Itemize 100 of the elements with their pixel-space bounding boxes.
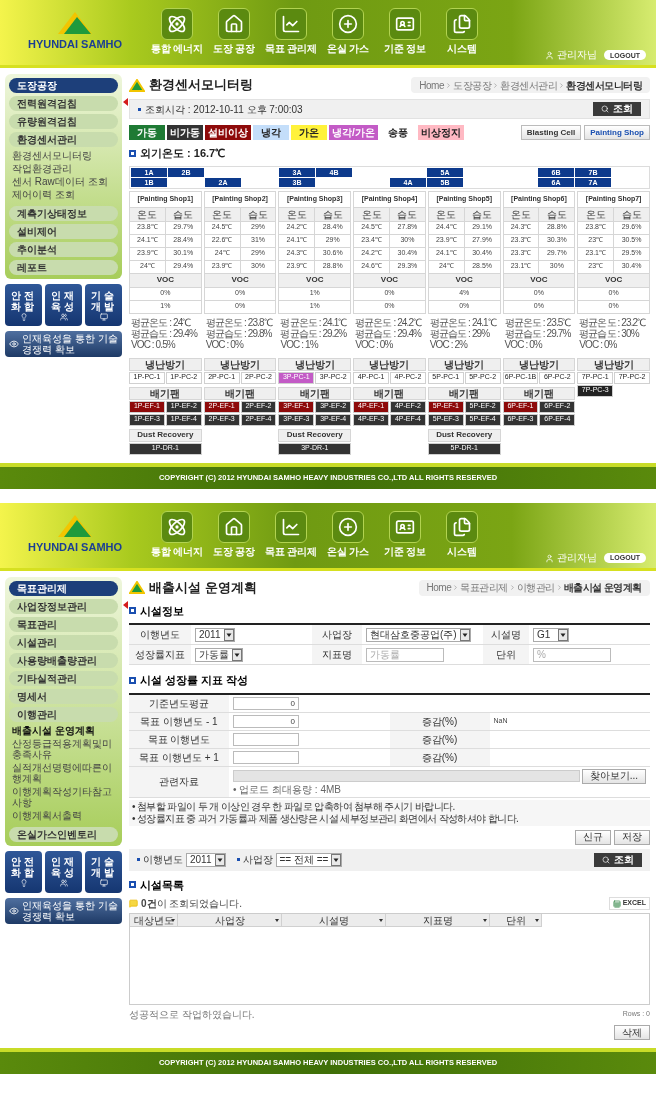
sidebar-menu-item[interactable]: 사용량배출량관리 <box>9 652 118 668</box>
sidebar-menu-item[interactable]: 명세서 <box>9 688 118 704</box>
sidebar-menu-item[interactable]: 레포트 <box>9 260 118 275</box>
action-button[interactable]: 신규 <box>575 829 611 845</box>
slogan-banner[interactable]: 인재육성을 통한 기술경쟁력 확보 <box>5 897 122 924</box>
number-field[interactable]: 0 <box>233 714 299 728</box>
sidebar-submenu-link[interactable]: 실적개선명령에따른이행계획 <box>12 761 115 784</box>
summary-text: VOC : 0% <box>504 338 544 350</box>
sidebar-submenu-link[interactable]: 작업환경관리 <box>12 163 115 174</box>
sidebar-menu-item[interactable]: 시설관리 <box>9 634 118 650</box>
sidebar-menu-item[interactable]: 이행관리 <box>9 706 118 722</box>
column-header: 습도 <box>464 207 500 221</box>
logo-text: HYUNDAI SAMHO <box>27 539 123 555</box>
quick-link-tile[interactable]: 기술개발 <box>85 850 122 893</box>
speech-bubble-icon <box>129 899 138 908</box>
summary-text: 평균습도 : 29.7% <box>504 327 572 339</box>
summary-text: VOC : 1% <box>280 338 320 350</box>
quick-link-tile[interactable]: 인재육성 <box>45 284 82 326</box>
summary-text: 평균습도 : 29.4% <box>131 327 199 339</box>
select-field[interactable]: 2011 <box>186 852 226 867</box>
field-label: 관련자료 <box>129 766 229 797</box>
sidebar-submenu-link[interactable]: 센서 Raw데이터 조회 <box>12 176 115 187</box>
file-path-field[interactable] <box>233 770 580 782</box>
status-legend-item: 비상정지 <box>417 125 464 140</box>
quick-link-tile[interactable]: 기술개발 <box>85 284 122 326</box>
select-field[interactable]: 가동률 <box>195 647 243 662</box>
breadcrumb-link[interactable]: 배출시설 운영계획 <box>563 580 642 595</box>
sidebar-menu-item[interactable]: 사업장정보관리 <box>9 598 118 614</box>
breadcrumb-link[interactable]: 목표관리제 <box>460 580 508 595</box>
slogan-banner[interactable]: 인재육성을 통한 기술경쟁력 확보 <box>5 331 122 357</box>
sidebar-submenu-link[interactable]: 산정등급적용계획및미충족사유 <box>12 737 115 760</box>
field-label: 시설명 <box>483 625 529 644</box>
spreadsheet-icon <box>612 899 621 908</box>
view-toggle-button[interactable]: Blasting Cell <box>520 125 582 140</box>
section-marker-icon <box>129 607 136 615</box>
grid-column-header[interactable]: 시설명 <box>282 914 386 927</box>
number-field[interactable] <box>233 732 299 746</box>
sidebar-menu-item[interactable]: 온실가스인벤토리 <box>9 826 118 842</box>
quick-link-tile[interactable]: 안전화합 <box>5 850 42 893</box>
sidebar-submenu-link[interactable]: 이행계획작성기타참고사항 <box>12 785 115 808</box>
field-label: 기준년도평균 <box>129 694 229 712</box>
section-heading: 시설목록 <box>140 877 184 893</box>
breadcrumb-link[interactable]: Home <box>426 580 452 595</box>
status-legend-item: 냉각/가온 <box>329 125 378 140</box>
column-header: VOC <box>503 273 575 287</box>
sidebar-menu-item[interactable]: 전력원격검침 <box>9 96 118 111</box>
text-field[interactable]: 가동률 <box>366 647 444 662</box>
column-header: 온도 <box>204 207 240 221</box>
sidebar-submenu-link[interactable]: 이행계획서출력 <box>12 809 115 821</box>
breadcrumb-link[interactable]: 환경센서관리 <box>500 77 557 93</box>
quick-link-tile[interactable]: 안전화합 <box>5 284 42 326</box>
number-field[interactable]: 0 <box>233 696 299 710</box>
sidebar-submenu-link[interactable]: 환경센서모니터링 <box>12 150 115 161</box>
sidebar-menu-item[interactable]: 설비제어 <box>9 224 118 239</box>
grid-column-header[interactable]: 지표명 <box>386 914 490 927</box>
notice-text: • 첨부할 파일이 두 개 이상인 경우 한 파일로 압축하여 첨부해 주시기 바랍니다. <box>132 800 456 813</box>
logo-icon <box>58 12 92 35</box>
equipment-group-title: 배기팬 <box>427 386 501 400</box>
browse-button[interactable]: 찾아보기... <box>581 768 646 784</box>
column-header: VOC <box>279 273 351 287</box>
grid-column-header[interactable]: 사업장 <box>178 914 282 927</box>
equipment-group-title: 냉난방기 <box>502 357 576 371</box>
title-triangle-icon <box>129 78 145 92</box>
breadcrumb-link[interactable]: 도장공장 <box>453 77 491 93</box>
view-toggle-button[interactable]: Painting Shop <box>584 125 650 140</box>
summary-text: VOC : 0% <box>579 338 618 350</box>
number-field[interactable] <box>233 750 299 764</box>
sidebar-menu-item[interactable]: 추이분석 <box>9 242 118 257</box>
grid-column-header[interactable]: 대상년도 <box>130 914 178 927</box>
action-button[interactable]: 저장 <box>614 829 650 845</box>
sidebar-menu-item[interactable]: 목표관리 <box>9 616 118 632</box>
sidebar-menu-item[interactable]: 계측기상태정보 <box>9 206 118 221</box>
select-field[interactable]: G1 <box>533 627 569 642</box>
summary-text: VOC : 0.5% <box>131 338 177 350</box>
breadcrumb-link[interactable]: 이행관리 <box>516 580 555 595</box>
bullet-icon <box>138 107 141 111</box>
search-button[interactable]: 조회 <box>594 852 642 867</box>
delete-button[interactable]: 삭제 <box>614 1025 650 1040</box>
equipment-group-title: 배기팬 <box>203 386 277 400</box>
equipment-group-title: Dust Recovery <box>427 428 501 442</box>
status-legend-item: 냉각 <box>253 125 289 140</box>
select-field[interactable]: == 전체 == <box>275 852 343 867</box>
bullet-icon <box>137 858 140 861</box>
sidebar-menu-item[interactable]: 기타실적관리 <box>9 670 118 686</box>
search-icon <box>601 105 609 113</box>
equipment-group-title: 냉난방기 <box>203 357 277 371</box>
sidebar-menu-item[interactable]: 유량원격검침 <box>9 114 118 129</box>
chevron-right-icon <box>492 81 499 89</box>
search-button[interactable]: 조회 <box>593 102 641 116</box>
equipment-group-title: Dust Recovery <box>278 428 352 442</box>
quick-link-tile[interactable]: 인재육성 <box>45 850 82 893</box>
select-field[interactable]: 현대삼호중공업(주) <box>366 627 471 642</box>
breadcrumb-link[interactable]: 환경센서모니터링 <box>566 77 642 93</box>
breadcrumb-link[interactable]: Home <box>419 77 444 93</box>
sidebar-submenu-link[interactable]: 제어이력 조회 <box>12 189 115 200</box>
sidebar-submenu-link[interactable]: 배출시설 운영계획 <box>12 724 115 736</box>
sidebar-menu-item[interactable]: 환경센서관리 <box>9 132 118 147</box>
text-field[interactable]: % <box>533 647 611 662</box>
select-field[interactable]: 2011 <box>195 627 235 642</box>
grid-column-header[interactable]: 단위 <box>490 914 542 927</box>
